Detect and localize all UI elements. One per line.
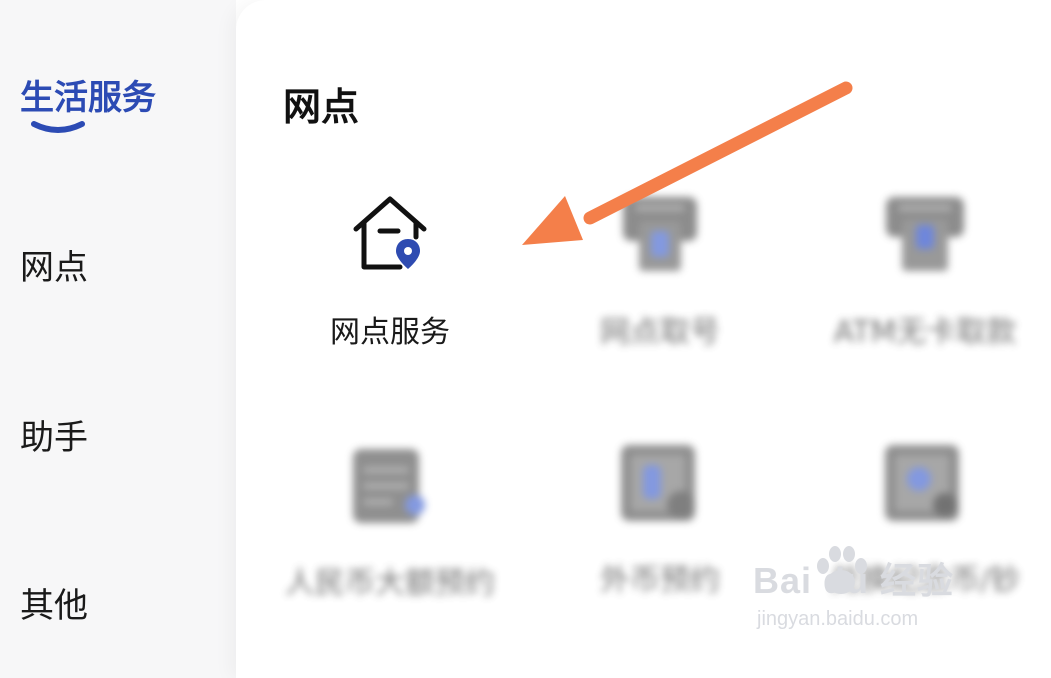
calendar-icon (353, 449, 425, 523)
tile-rmb-large-appointment[interactable]: 人民币大额预约 (285, 435, 495, 655)
sidebar: 生活服务 网点 助手 其他 (0, 0, 236, 678)
tile-label: 兑换纪念币/钞 (829, 563, 1021, 598)
tile-label: ATM无卡取款 (833, 315, 1017, 350)
sidebar-item-life-services[interactable]: 生活服务 (20, 70, 156, 119)
currency-icon (621, 445, 695, 521)
tile-atm-cardless[interactable]: ATM无卡取款 (820, 185, 1030, 355)
house-location-icon (353, 196, 427, 270)
tile-label: 外币预约 (600, 563, 720, 598)
atm-icon (886, 197, 964, 271)
tile-label: 网点服务 (330, 315, 450, 350)
tile-label: 网点取号 (600, 315, 720, 350)
section-title: 网点 (283, 85, 360, 129)
tile-label: 人民币大额预约 (285, 566, 495, 601)
active-tab-indicator (31, 121, 85, 133)
coin-exchange-icon (885, 445, 959, 521)
tile-queue-number[interactable]: 网点取号 (575, 185, 745, 355)
tile-outlet-service[interactable]: 网点服务 (300, 185, 480, 355)
sidebar-item-outlets[interactable]: 网点 (20, 240, 88, 289)
sidebar-item-assistant[interactable]: 助手 (20, 410, 88, 459)
ticket-machine-icon (623, 197, 697, 271)
tile-foreign-currency-appointment[interactable]: 外币预约 (575, 435, 745, 605)
tile-commemorative-exchange[interactable]: 兑换纪念币/钞 (815, 435, 1035, 605)
sidebar-item-others[interactable]: 其他 (20, 578, 88, 627)
